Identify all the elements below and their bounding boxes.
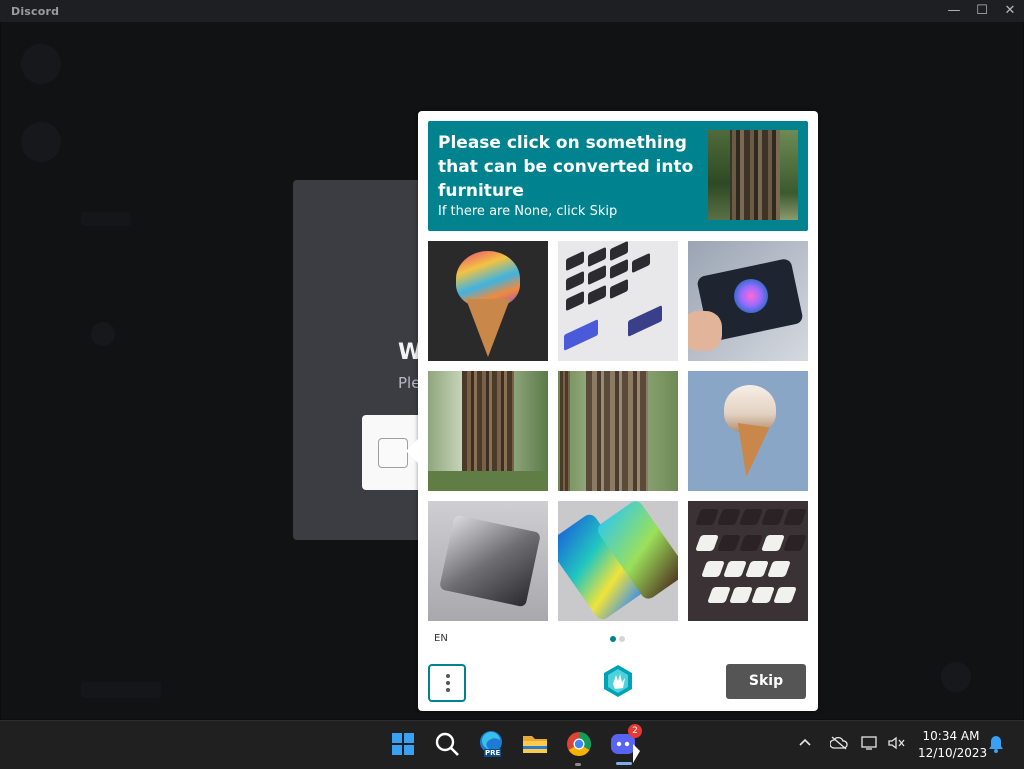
chrome-running-indicator xyxy=(575,763,581,766)
keyboard-key xyxy=(751,587,775,603)
phone xyxy=(564,319,598,351)
folder-icon[interactable] xyxy=(520,729,550,759)
keyboard-key xyxy=(566,270,584,292)
chrome-icon[interactable] xyxy=(564,729,594,759)
keyboard-key xyxy=(632,252,650,274)
faint-placeholder xyxy=(81,212,131,226)
minimize-button[interactable]: — xyxy=(940,2,968,20)
challenge-image-1[interactable] xyxy=(428,241,548,361)
keyboard-key xyxy=(773,587,797,603)
keyboard-key xyxy=(783,535,807,551)
server-icon xyxy=(21,122,61,162)
bell-icon[interactable] xyxy=(988,735,1004,757)
server-icon xyxy=(21,44,61,84)
faint-avatar xyxy=(941,662,971,692)
keyboard-key xyxy=(610,241,628,262)
challenge-image-8[interactable] xyxy=(558,501,678,621)
keyboard-key xyxy=(767,561,791,577)
phone xyxy=(628,305,662,337)
keyboard-key xyxy=(588,284,606,306)
vertical-dots-icon xyxy=(446,688,450,692)
vertical-dots-icon xyxy=(446,681,450,685)
challenge-prompt: Please click on something that can be co… xyxy=(428,121,808,231)
prompt-example-image xyxy=(708,130,798,220)
window-title: Discord xyxy=(11,5,60,18)
image-grid xyxy=(428,241,808,621)
challenge-image-7[interactable] xyxy=(428,501,548,621)
prompt-subtitle: If there are None, click Skip xyxy=(438,204,618,219)
vertical-dots-icon xyxy=(446,674,450,678)
ice-cream-cone xyxy=(466,299,510,357)
menu-button[interactable] xyxy=(428,664,466,702)
keyboard-key xyxy=(701,561,725,577)
tablet xyxy=(439,514,541,608)
captcha-challenge: Please click on something that can be co… xyxy=(406,111,818,711)
discord-active-indicator xyxy=(616,762,632,765)
close-button[interactable]: ✕ xyxy=(996,2,1024,20)
prompt-title: Please click on something that can be co… xyxy=(438,133,694,201)
tree-trunk xyxy=(586,371,648,491)
server-icon xyxy=(91,322,115,346)
window-titlebar: Discord — ☐ ✕ xyxy=(0,0,1024,22)
keyboard-key xyxy=(566,250,584,272)
search-icon[interactable] xyxy=(432,729,462,759)
challenge-image-9[interactable] xyxy=(688,501,808,621)
ice-cream-cone xyxy=(730,423,770,479)
challenge-image-3[interactable] xyxy=(688,241,808,361)
challenge-image-5[interactable] xyxy=(558,371,678,491)
keyboard-key xyxy=(739,535,763,551)
challenge-image-2[interactable] xyxy=(558,241,678,361)
keyboard-key xyxy=(729,587,753,603)
hcaptcha-logo-icon[interactable] xyxy=(601,664,635,698)
skip-button[interactable]: Skip xyxy=(726,664,806,699)
keyboard-key xyxy=(739,509,763,525)
clock-date[interactable]: 12/10/2023 xyxy=(918,746,987,760)
keyboard-key xyxy=(783,509,807,525)
cloud-offline-icon[interactable] xyxy=(829,736,848,754)
keyboard-key xyxy=(707,587,731,603)
tree-trunk xyxy=(560,371,570,491)
captcha-pointer xyxy=(406,439,418,463)
clock-time[interactable]: 10:34 AM xyxy=(918,729,984,743)
keyboard-key xyxy=(745,561,769,577)
keyboard-key xyxy=(717,509,741,525)
page-dot xyxy=(619,636,625,642)
keyboard-key xyxy=(761,535,785,551)
keyboard-key xyxy=(717,535,741,551)
hand xyxy=(688,311,722,351)
edge-pre-label: PRE xyxy=(484,749,502,757)
keyboard-key xyxy=(723,561,747,577)
faint-placeholder xyxy=(81,682,161,698)
keyboard-key xyxy=(695,535,719,551)
windows-logo-icon[interactable] xyxy=(388,729,418,759)
network-icon[interactable] xyxy=(861,736,879,754)
keyboard-key xyxy=(761,509,785,525)
taskbar: PRE 2 10:34 AM 12/10/2023 xyxy=(0,720,1024,769)
chevron-up-icon[interactable] xyxy=(798,736,812,752)
captcha-checkbox[interactable] xyxy=(378,438,408,468)
keyboard-key xyxy=(610,258,628,280)
keyboard-key xyxy=(610,278,628,300)
keyboard-key xyxy=(566,290,584,312)
page-dot-active xyxy=(610,636,616,642)
challenge-image-6[interactable] xyxy=(688,371,808,491)
ground xyxy=(428,471,548,491)
challenge-image-4[interactable] xyxy=(428,371,548,491)
language-selector[interactable]: EN xyxy=(434,633,448,644)
maximize-button[interactable]: ☐ xyxy=(968,2,996,20)
discord-notification-badge: 2 xyxy=(628,724,642,738)
keyboard-key xyxy=(588,264,606,286)
edge-beta-icon[interactable]: PRE xyxy=(476,729,506,759)
volume-muted-icon[interactable] xyxy=(888,736,906,754)
tablet-screen-glow xyxy=(734,279,768,313)
mouse-cursor xyxy=(633,744,640,763)
keyboard-key xyxy=(695,509,719,525)
keyboard-key xyxy=(588,246,606,268)
